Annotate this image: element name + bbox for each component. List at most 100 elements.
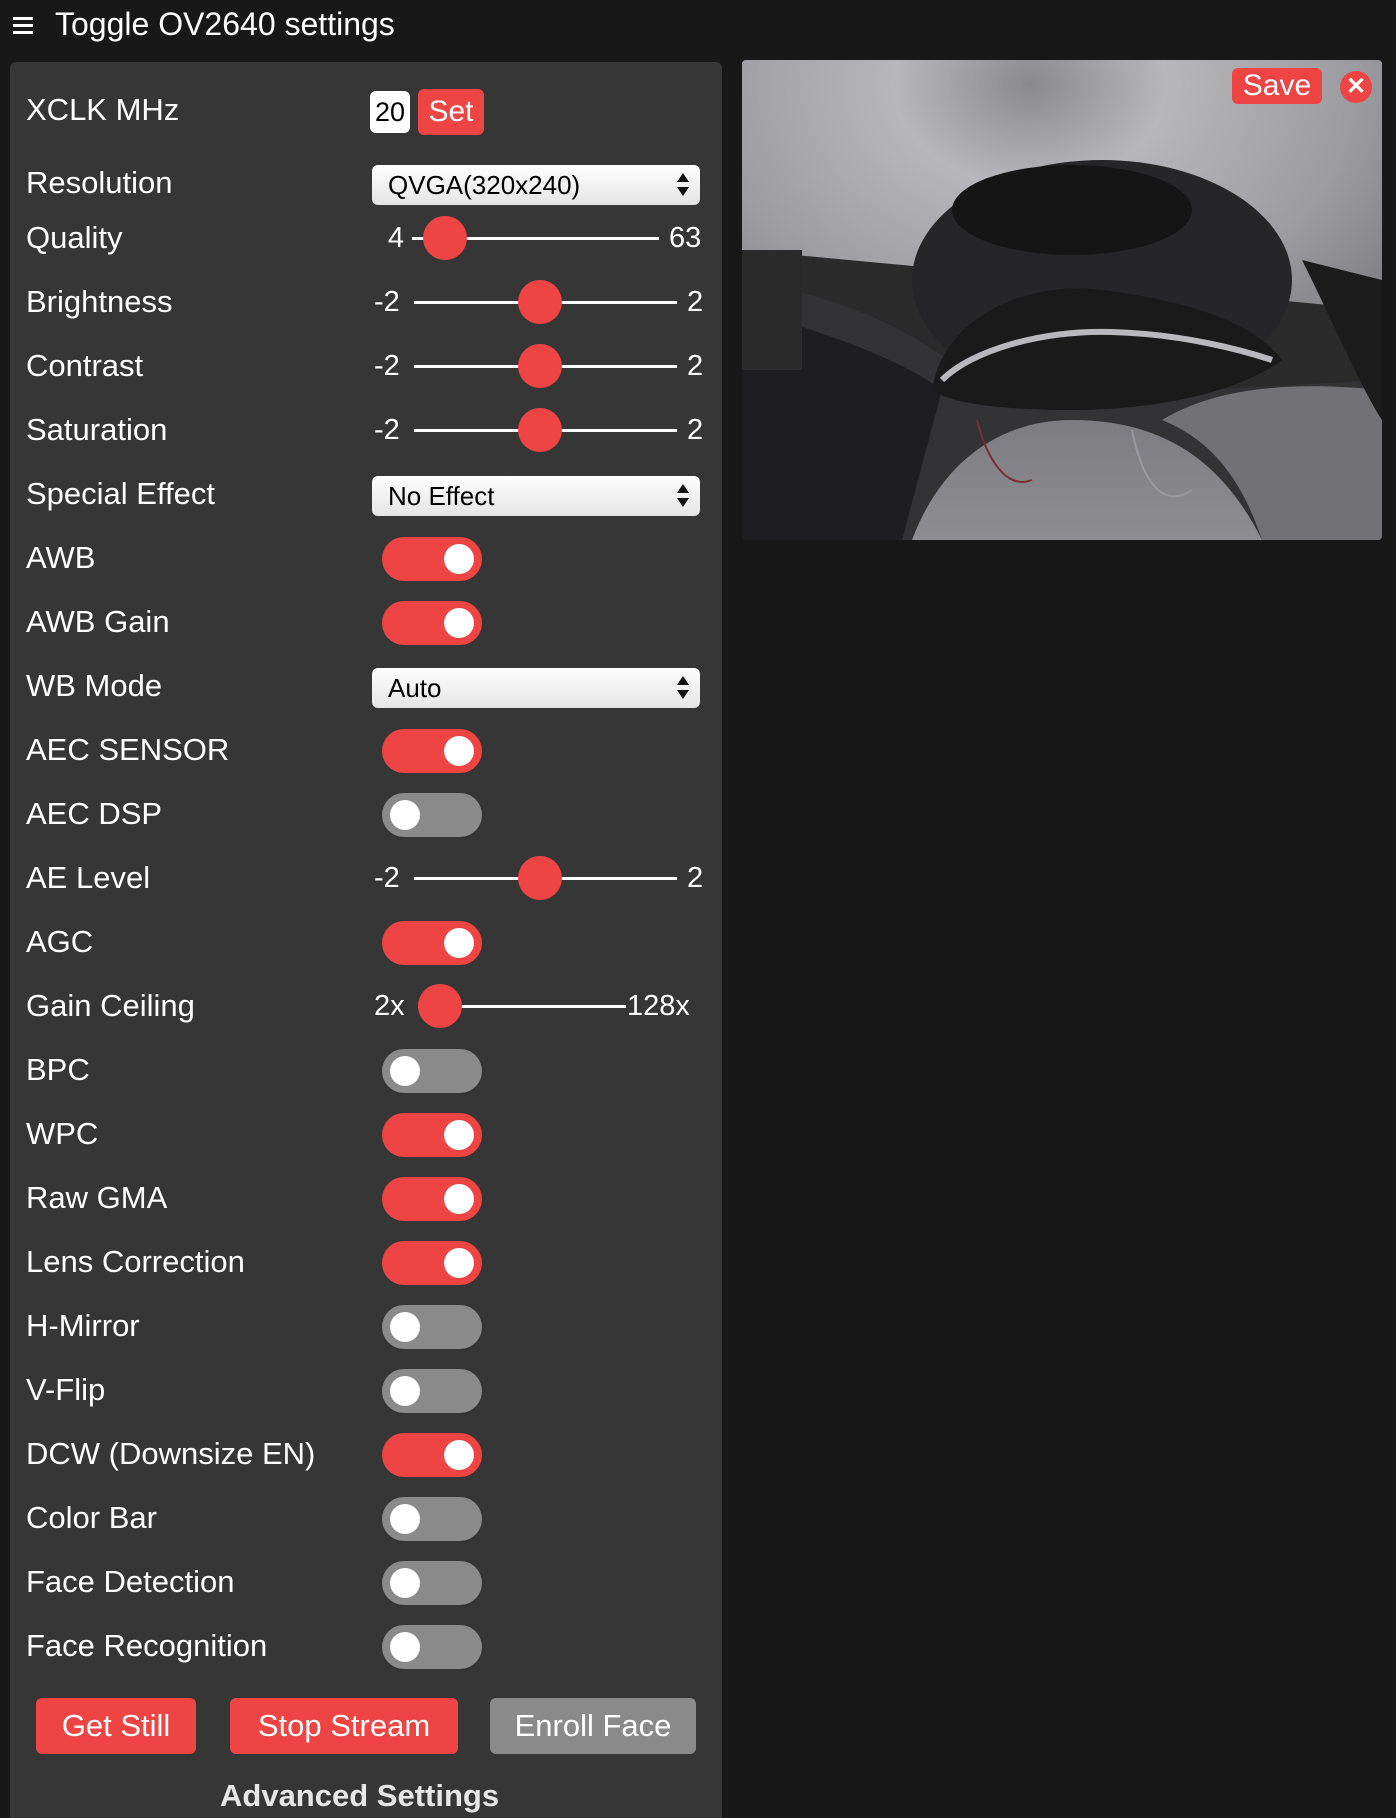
awb-toggle[interactable] [382, 537, 482, 581]
advanced-settings-heading[interactable]: Advanced Settings [220, 1776, 499, 1816]
raw-gma-label: Raw GMA [26, 1180, 168, 1215]
agc-label: AGC [26, 924, 94, 959]
awb-gain-toggle[interactable] [382, 601, 482, 645]
awb-label: AWB [26, 540, 96, 575]
brightness-min: -2 [374, 286, 400, 318]
toggle-knob [390, 1568, 420, 1598]
awb-gain-label: AWB Gain [26, 604, 170, 639]
special-effect-row: Special Effect No Effect [10, 466, 722, 522]
aec-dsp-toggle[interactable] [382, 793, 482, 837]
raw-gma-toggle[interactable] [382, 1177, 482, 1221]
hamburger-menu-icon[interactable] [13, 14, 35, 36]
save-button[interactable]: Save [1232, 68, 1322, 104]
select-arrows-icon [676, 481, 690, 511]
brightness-label: Brightness [26, 284, 173, 319]
toggle-knob [444, 736, 474, 766]
saturation-min: -2 [374, 414, 400, 446]
dcw-row: DCW (Downsize EN) [10, 1426, 722, 1482]
v-flip-label: V-Flip [26, 1372, 106, 1407]
bpc-row: BPC [10, 1042, 722, 1098]
toggle-knob [390, 1056, 420, 1086]
wb-mode-select[interactable]: Auto [372, 668, 700, 708]
face-recognition-toggle[interactable] [382, 1625, 482, 1669]
contrast-row: Contrast -2 2 [10, 338, 722, 394]
quality-slider-thumb[interactable] [423, 216, 467, 260]
face-detection-toggle[interactable] [382, 1561, 482, 1605]
wpc-label: WPC [26, 1116, 99, 1151]
gain-ceiling-min: 2x [374, 990, 405, 1022]
toggle-knob [390, 1504, 420, 1534]
quality-row: Quality 4 63 [10, 210, 722, 266]
bpc-toggle[interactable] [382, 1049, 482, 1093]
contrast-slider-thumb[interactable] [518, 344, 562, 388]
contrast-label: Contrast [26, 348, 144, 383]
get-still-button[interactable]: Get Still [36, 1698, 196, 1754]
wpc-toggle[interactable] [382, 1113, 482, 1157]
lens-correction-toggle[interactable] [382, 1241, 482, 1285]
gain-ceiling-slider-thumb[interactable] [418, 984, 462, 1028]
xclk-input[interactable]: 20 [370, 91, 410, 133]
close-icon[interactable]: ✕ [1340, 71, 1372, 103]
toggle-knob [444, 928, 474, 958]
face-detection-label: Face Detection [26, 1564, 235, 1599]
ae-level-slider-thumb[interactable] [518, 856, 562, 900]
raw-gma-row: Raw GMA [10, 1170, 722, 1226]
camera-stream-preview [742, 60, 1382, 540]
settings-panel: XCLK MHz 20 Set Resolution QVGA(320x240)… [10, 62, 722, 1818]
resolution-row: Resolution QVGA(320x240) [10, 155, 722, 211]
stop-stream-button[interactable]: Stop Stream [230, 1698, 458, 1754]
resolution-select[interactable]: QVGA(320x240) [372, 165, 700, 205]
face-recognition-row: Face Recognition [10, 1618, 722, 1674]
agc-toggle[interactable] [382, 921, 482, 965]
special-effect-value: No Effect [388, 481, 495, 511]
toggle-knob [390, 1312, 420, 1342]
contrast-max: 2 [687, 350, 704, 382]
wb-mode-row: WB Mode Auto [10, 658, 722, 714]
toggle-knob [444, 1440, 474, 1470]
toggle-knob [390, 1376, 420, 1406]
h-mirror-label: H-Mirror [26, 1308, 140, 1343]
quality-max: 63 [669, 222, 702, 254]
toggle-knob [444, 608, 474, 638]
camera-image [742, 60, 1382, 540]
h-mirror-toggle[interactable] [382, 1305, 482, 1349]
brightness-max: 2 [687, 286, 704, 318]
awb-row: AWB [10, 530, 722, 586]
bpc-label: BPC [26, 1052, 90, 1087]
enroll-face-button[interactable]: Enroll Face [490, 1698, 696, 1754]
saturation-label: Saturation [26, 412, 168, 447]
aec-sensor-row: AEC SENSOR [10, 722, 722, 778]
toggle-knob [390, 1632, 420, 1662]
color-bar-label: Color Bar [26, 1500, 157, 1535]
brightness-slider-thumb[interactable] [518, 280, 562, 324]
ae-level-min: -2 [374, 862, 400, 894]
v-flip-toggle[interactable] [382, 1369, 482, 1413]
aec-sensor-toggle[interactable] [382, 729, 482, 773]
toggle-knob [444, 1184, 474, 1214]
gain-ceiling-label: Gain Ceiling [26, 988, 195, 1023]
dcw-label: DCW (Downsize EN) [26, 1436, 316, 1471]
brightness-row: Brightness -2 2 [10, 274, 722, 330]
special-effect-select[interactable]: No Effect [372, 476, 700, 516]
page-title[interactable]: Toggle OV2640 settings [55, 4, 395, 44]
quality-min: 4 [387, 222, 404, 254]
dcw-toggle[interactable] [382, 1433, 482, 1477]
contrast-min: -2 [374, 350, 400, 382]
wb-mode-label: WB Mode [26, 668, 163, 703]
gain-ceiling-row: Gain Ceiling 2x 128x [10, 978, 722, 1034]
select-arrows-icon [676, 170, 690, 200]
aec-dsp-label: AEC DSP [26, 796, 163, 831]
ae-level-label: AE Level [26, 860, 151, 895]
top-bar: Toggle OV2640 settings [0, 0, 1396, 60]
h-mirror-row: H-Mirror [10, 1298, 722, 1354]
aec-sensor-label: AEC SENSOR [26, 732, 230, 767]
xclk-label: XCLK MHz [26, 92, 180, 127]
toggle-knob [444, 544, 474, 574]
color-bar-toggle[interactable] [382, 1497, 482, 1541]
saturation-slider-thumb[interactable] [518, 408, 562, 452]
set-button[interactable]: Set [418, 89, 484, 135]
saturation-max: 2 [687, 414, 704, 446]
color-bar-row: Color Bar [10, 1490, 722, 1546]
lens-correction-row: Lens Correction [10, 1234, 722, 1290]
resolution-label: Resolution [26, 165, 173, 200]
